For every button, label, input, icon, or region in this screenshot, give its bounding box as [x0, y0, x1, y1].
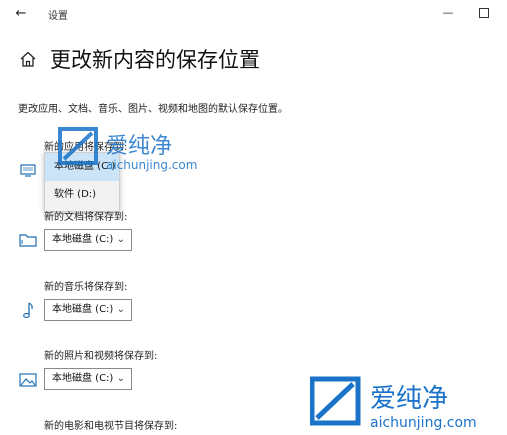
folder-icon: [19, 234, 37, 247]
minimize-button[interactable]: —: [438, 4, 458, 22]
photos-drive-value: 本地磁盘 (C:): [52, 373, 114, 384]
photos-drive-select[interactable]: 本地磁盘 (C:) ⌄: [44, 368, 132, 390]
music-note-icon: [23, 302, 33, 319]
back-button[interactable]: ←: [10, 4, 32, 24]
watermark-logo-small: 爱纯净 aichunjing.com: [58, 127, 197, 172]
settings-window: ← 设置 — 更改新内容的保存位置 更改应用、文档、音乐、图片、视频和地图的默认…: [0, 0, 507, 435]
music-save-label: 新的音乐将保存到:: [44, 282, 128, 293]
documents-drive-select[interactable]: 本地磁盘 (C:) ⌄: [44, 229, 132, 251]
minimize-icon: —: [442, 6, 454, 19]
documents-drive-value: 本地磁盘 (C:): [52, 234, 114, 245]
dropdown-option-d-drive[interactable]: 软件 (D:): [45, 181, 119, 209]
maximize-icon: [479, 8, 489, 18]
watermark-url-large: aichunjing.com: [370, 415, 477, 431]
chevron-down-icon: ⌄: [116, 304, 125, 315]
page-title: 更改新内容的保存位置: [50, 48, 260, 72]
page-description: 更改应用、文档、音乐、图片、视频和地图的默认保存位置。: [18, 104, 288, 115]
home-icon[interactable]: [19, 50, 37, 68]
monitor-icon: [20, 164, 36, 177]
documents-save-label: 新的文档将保存到:: [44, 212, 128, 223]
photos-save-label: 新的照片和视频将保存到:: [44, 351, 158, 362]
chevron-down-icon: ⌄: [116, 373, 125, 384]
movies-save-label: 新的电影和电视节目将保存到:: [44, 421, 178, 432]
watermark-url-small: aichunjing.com: [106, 158, 197, 172]
title-bar: ← 设置 —: [0, 0, 507, 30]
watermark-logo-large: 爱纯净 aichunjing.com: [310, 376, 477, 431]
watermark-brand-small: 爱纯净: [106, 134, 172, 159]
chevron-down-icon: ⌄: [116, 234, 125, 245]
watermark-brand-large: 爱纯净: [370, 384, 448, 414]
window-title: 设置: [48, 11, 68, 22]
music-drive-value: 本地磁盘 (C:): [52, 304, 114, 315]
back-arrow-icon: ←: [15, 6, 27, 21]
picture-icon: [19, 373, 37, 387]
maximize-button[interactable]: [474, 4, 494, 22]
music-drive-select[interactable]: 本地磁盘 (C:) ⌄: [44, 299, 132, 321]
